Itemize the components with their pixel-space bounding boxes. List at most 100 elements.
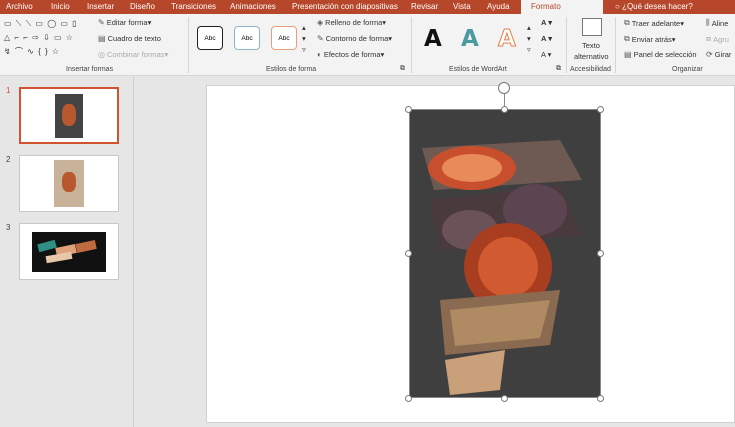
resize-handle-w[interactable] [405, 250, 412, 257]
shape-styles-launcher-icon[interactable]: ⧉ [400, 65, 405, 73]
align-label: Aline [711, 18, 729, 28]
tab-diseno[interactable]: Diseño [130, 2, 155, 11]
shape-style-swatch-3[interactable]: Abc [271, 26, 297, 50]
resize-handle-nw[interactable] [405, 106, 412, 113]
paint-bucket-icon: ◈ [317, 18, 324, 27]
tab-animaciones[interactable]: Animaciones [230, 2, 276, 11]
tab-insertar[interactable]: Insertar [87, 2, 114, 11]
more-icon: ▿ [527, 45, 531, 54]
fig-flesh [442, 154, 502, 182]
thumb-stroke [75, 240, 97, 253]
alt-text-icon [582, 18, 602, 36]
shape-style-swatch-2[interactable]: Abc [234, 26, 260, 50]
wordart-style-orange[interactable]: A [498, 26, 517, 53]
selected-picture[interactable] [409, 109, 601, 398]
tab-transiciones[interactable]: Transiciones [171, 2, 216, 11]
thumb-fig [62, 104, 76, 126]
slide-thumbnail-1[interactable] [19, 87, 119, 144]
resize-handle-n[interactable] [501, 106, 508, 113]
group-button[interactable]: ⧈ Agru [706, 34, 729, 44]
align-button[interactable]: ⫼ Aline [706, 18, 728, 28]
group-icon: ⧈ [706, 34, 712, 43]
edit-shape-button[interactable]: ✎ Editar forma ▾ [98, 18, 151, 27]
tab-formato[interactable]: Formato [521, 0, 603, 14]
selection-pane-button[interactable]: ▤ Panel de selección [624, 50, 697, 59]
merge-shapes-button[interactable]: ◎ Combinar formas ▾ [98, 50, 168, 59]
text-effects-button[interactable]: A ▾ [541, 50, 551, 59]
tell-me-label: ¿Qué desea hacer? [622, 2, 693, 11]
shape-outline-button[interactable]: ✎ Contorno de forma ▾ [317, 34, 392, 43]
edit-shape-label: Editar forma [106, 18, 148, 27]
text-fill-icon: A ▾ [541, 18, 552, 27]
tab-ayuda[interactable]: Ayuda [487, 2, 510, 11]
group-label: Agru [713, 34, 729, 44]
selection-pane-icon: ▤ [624, 50, 632, 59]
wordart-style-teal[interactable]: A [461, 26, 479, 52]
thumb-stroke [45, 251, 73, 264]
shape-style-swatch-1[interactable]: Abc [197, 26, 223, 50]
rotate-icon: ⟳ [706, 50, 713, 59]
shape-effects-button[interactable]: ◐ Efectos de forma ▾ [317, 50, 384, 59]
slide-thumbnail-3[interactable] [19, 223, 119, 280]
align-icon: ⫼ [706, 18, 710, 27]
wordart-styles-group-label: Estilos de WordArt [449, 66, 507, 73]
resize-handle-s[interactable] [501, 395, 508, 402]
thumb-fig [62, 172, 76, 192]
tab-vista[interactable]: Vista [453, 2, 471, 11]
text-effects-icon: A ▾ [541, 50, 552, 59]
swatch-2-label: Abc [241, 34, 253, 42]
scroll-down-icon: ▾ [527, 34, 531, 43]
effects-icon: ◐ [317, 50, 322, 59]
tab-presentacion[interactable]: Presentación con diapositivas [292, 2, 398, 11]
text-box-button[interactable]: ▤ Cuadro de texto [98, 34, 161, 43]
pen-icon: ✎ [317, 34, 324, 43]
slide-thumbnail-2[interactable] [19, 155, 119, 212]
group-separator [615, 17, 616, 73]
rotate-label: Girar [714, 50, 732, 59]
rotate-handle-icon[interactable] [498, 82, 510, 94]
resize-handle-sw[interactable] [405, 395, 412, 402]
scroll-up-icon: ▴ [302, 23, 306, 32]
shape-fill-label: Relleno de forma [325, 18, 383, 27]
merge-shapes-label: Combinar formas [106, 50, 165, 59]
accessibility-group-label: Accesibilidad [570, 66, 611, 73]
group-separator [566, 17, 567, 73]
shape-styles-scroll[interactable]: ▴ ▾ ▿ [302, 22, 306, 55]
wordart-launcher-icon[interactable]: ⧉ [556, 65, 561, 73]
wordart-scroll[interactable]: ▴ ▾ ▿ [527, 22, 531, 55]
wordart-style-black[interactable]: A [424, 26, 442, 52]
selection-pane-label: Panel de selección [633, 50, 697, 59]
tell-me-search[interactable]: ○ ¿Qué desea hacer? [615, 2, 693, 11]
send-backward-icon: ⧉ [624, 34, 630, 43]
shapes-gallery[interactable]: ▭ ⟍ ⟍ ▭ ◯ ▭ ▯ △ ⌐ ⌐ ⇨ ⇩ ▭ ☆ ↯ ⌒ ∿ { } ☆ [4, 17, 82, 61]
alt-text-label-2[interactable]: alternativo [574, 52, 609, 61]
fig-seeds [478, 237, 538, 297]
fig-brush-artwork [422, 140, 582, 395]
thumb-image [55, 94, 83, 138]
resize-handle-se[interactable] [597, 395, 604, 402]
slide-number: 3 [6, 223, 11, 232]
bring-forward-button[interactable]: ⧉ Traer adelante ▾ [624, 18, 684, 28]
thumb-image [32, 232, 106, 272]
text-box-icon: ▤ [98, 34, 106, 43]
group-separator [411, 17, 412, 73]
brush-stroke [445, 350, 505, 395]
tab-archivo[interactable]: Archivo [6, 2, 33, 11]
ribbon-tab-bar: Archivo Inicio Insertar Diseño Transicio… [0, 0, 735, 14]
tab-revisar[interactable]: Revisar [411, 2, 438, 11]
tab-inicio[interactable]: Inicio [51, 2, 70, 11]
slide-number: 1 [6, 86, 11, 95]
text-fill-button[interactable]: A ▾ [541, 18, 552, 27]
bring-forward-icon: ⧉ [624, 18, 630, 27]
text-outline-button[interactable]: A ▾ [541, 34, 552, 43]
resize-handle-e[interactable] [597, 250, 604, 257]
merge-shapes-icon: ◎ [98, 50, 105, 59]
alt-text-label-1[interactable]: Texto [582, 41, 600, 50]
text-outline-icon: A ▾ [541, 34, 552, 43]
rotate-button[interactable]: ⟳ Girar [706, 50, 731, 59]
lightbulb-icon: ○ [615, 2, 623, 11]
scroll-up-icon: ▴ [527, 23, 531, 32]
shape-fill-button[interactable]: ◈ Relleno de forma ▾ [317, 18, 386, 27]
resize-handle-ne[interactable] [597, 106, 604, 113]
send-backward-button[interactable]: ⧉ Enviar atrás ▾ [624, 34, 676, 44]
